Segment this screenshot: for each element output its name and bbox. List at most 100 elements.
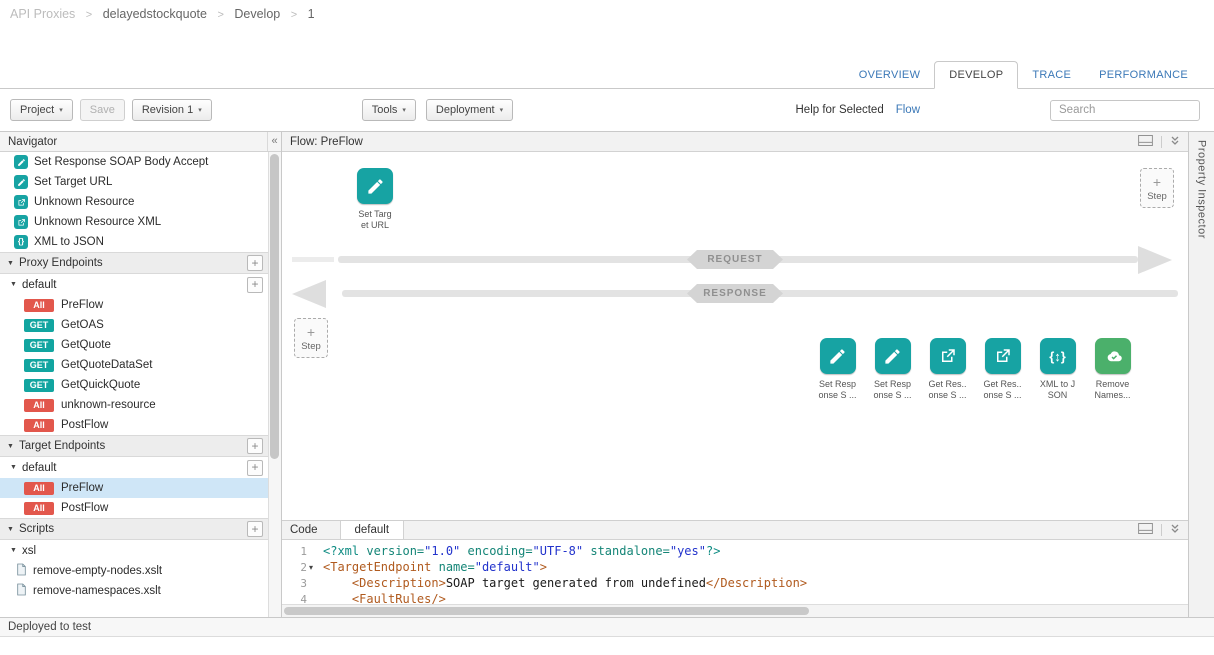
code-editor[interactable]: 1 <?xml version="1.0" encoding="UTF-8" s…: [282, 540, 1188, 617]
breadcrumb-api-proxies[interactable]: API Proxies: [10, 7, 75, 21]
section-target-endpoints[interactable]: ▼ Target Endpoints +: [0, 435, 268, 457]
flow-canvas[interactable]: Set Targ et URL + Step REQUEST RESPONSE …: [282, 152, 1188, 520]
proxy-flow-postflow[interactable]: All PostFlow: [0, 415, 268, 435]
line-number: 2: [300, 561, 307, 574]
tab-trace[interactable]: TRACE: [1018, 62, 1085, 88]
fold-marker-icon[interactable]: ▾: [307, 563, 318, 572]
proxy-flow-getquote[interactable]: GET GetQuote: [0, 335, 268, 355]
flow-step-remove-namespaces[interactable]: RemoveNames...: [1085, 338, 1140, 400]
pencil-icon: [820, 338, 856, 374]
flow-step-get-response-2[interactable]: Get Res..onse S ...: [975, 338, 1030, 400]
tab-performance[interactable]: PERFORMANCE: [1085, 62, 1202, 88]
section-proxy-endpoints[interactable]: ▼ Proxy Endpoints +: [0, 252, 268, 274]
navigator-list: Set Response SOAP Body Accept Set Target…: [0, 152, 268, 617]
panel-layout-icon[interactable]: [1138, 135, 1153, 149]
script-file-remove-empty-nodes[interactable]: remove-empty-nodes.xslt: [0, 561, 268, 581]
callout-icon: [930, 338, 966, 374]
file-icon: [16, 563, 27, 579]
response-arrow-icon: [292, 280, 326, 308]
proxy-flow-getoas[interactable]: GET GetOAS: [0, 315, 268, 335]
add-target-endpoint-button[interactable]: +: [247, 438, 263, 454]
breadcrumb-develop[interactable]: Develop: [234, 7, 280, 21]
navigator-scrollbar[interactable]: [268, 152, 281, 617]
proxy-flow-unknown-resource[interactable]: All unknown-resource: [0, 395, 268, 415]
deployment-status-text: Deployed to test: [8, 621, 91, 633]
navigator-title: Navigator: [0, 136, 267, 148]
flow-step-xml-to-json[interactable]: {↕} XML to JSON: [1030, 338, 1085, 400]
pencil-icon: [357, 168, 393, 204]
divider: [1161, 524, 1162, 536]
code-line[interactable]: 2 ▾ <TargetEndpoint name="default">: [282, 559, 1188, 575]
script-file-remove-namespaces[interactable]: remove-namespaces.xslt: [0, 581, 268, 601]
breadcrumb-proxy-name[interactable]: delayedstockquote: [103, 7, 207, 21]
scrollbar-thumb[interactable]: [284, 607, 809, 615]
help-flow-link[interactable]: Flow: [896, 104, 920, 116]
toolbar: Project ▾ Save Revision 1 ▾ Tools ▾ Depl…: [0, 89, 1214, 132]
policy-item-set-response-soap-body-accept[interactable]: Set Response SOAP Body Accept: [0, 152, 268, 172]
add-step-button-response[interactable]: + Step: [294, 318, 328, 358]
flow-step-get-response-1[interactable]: Get Res..onse S ...: [920, 338, 975, 400]
deployment-menu-button[interactable]: Deployment ▾: [426, 99, 513, 121]
proxy-endpoint-default[interactable]: ▼ default +: [0, 274, 268, 295]
navigator-panel: Navigator « Set Response SOAP Body Accep…: [0, 132, 282, 617]
method-badge: All: [24, 299, 54, 312]
collapse-navigator-icon[interactable]: «: [267, 132, 281, 151]
response-steps-row: Set Response S ... Set Response S ... Ge…: [810, 338, 1140, 400]
add-step-button-request[interactable]: + Step: [1140, 168, 1174, 208]
flow-step-set-response-1[interactable]: Set Response S ...: [810, 338, 865, 400]
policy-item-set-target-url[interactable]: Set Target URL: [0, 172, 268, 192]
disclosure-triangle-icon: ▼: [7, 260, 14, 267]
app-window: API Proxies > delayedstockquote > Develo…: [0, 0, 1214, 655]
target-flow-preflow-selected[interactable]: All PreFlow: [0, 478, 268, 498]
breadcrumb: API Proxies > delayedstockquote > Develo…: [0, 0, 1214, 26]
method-badge: GET: [24, 339, 54, 352]
scripts-group-xsl[interactable]: ▼ xsl: [0, 540, 268, 561]
proxy-flow-getquickquote[interactable]: GET GetQuickQuote: [0, 375, 268, 395]
policy-item-unknown-resource-xml[interactable]: Unknown Resource XML: [0, 212, 268, 232]
flow-step-set-response-2[interactable]: Set Response S ...: [865, 338, 920, 400]
scrollbar-thumb[interactable]: [270, 154, 279, 459]
add-proxy-flow-button[interactable]: +: [247, 277, 263, 293]
collapse-panel-chevron-icon[interactable]: [1170, 136, 1180, 148]
breadcrumb-revision[interactable]: 1: [308, 7, 315, 21]
callout-icon: [14, 215, 28, 229]
caret-down-icon: ▾: [500, 106, 504, 114]
target-endpoint-default[interactable]: ▼ default +: [0, 457, 268, 478]
tab-overview[interactable]: OVERVIEW: [845, 62, 935, 88]
request-arrow-icon: [1138, 246, 1172, 274]
save-button[interactable]: Save: [80, 99, 125, 121]
proxy-flow-getquotedataset[interactable]: GET GetQuoteDataSet: [0, 355, 268, 375]
request-label: REQUEST: [687, 250, 783, 269]
code-line[interactable]: 1 <?xml version="1.0" encoding="UTF-8" s…: [282, 543, 1188, 559]
line-number: 1: [300, 545, 307, 558]
code-tab-default[interactable]: default: [340, 521, 405, 539]
callout-icon: [14, 195, 28, 209]
add-script-button[interactable]: +: [247, 521, 263, 537]
toolbar-middle-group: Tools ▾ Deployment ▾: [362, 99, 513, 121]
code-line[interactable]: 3 <Description>SOAP target generated fro…: [282, 575, 1188, 591]
method-badge: GET: [24, 359, 54, 372]
section-scripts[interactable]: ▼ Scripts +: [0, 518, 268, 540]
add-proxy-endpoint-button[interactable]: +: [247, 255, 263, 271]
policy-item-unknown-resource[interactable]: Unknown Resource: [0, 192, 268, 212]
revision-menu-button[interactable]: Revision 1 ▾: [132, 99, 212, 121]
code-horizontal-scrollbar[interactable]: [282, 604, 1188, 617]
property-inspector-strip[interactable]: Property Inspector: [1188, 132, 1214, 617]
add-target-flow-button[interactable]: +: [247, 460, 263, 476]
caret-down-icon: ▾: [59, 106, 63, 114]
target-flow-postflow[interactable]: All PostFlow: [0, 498, 268, 518]
project-menu-button[interactable]: Project ▾: [10, 99, 73, 121]
navigator-header: Navigator «: [0, 132, 281, 152]
pencil-icon: [875, 338, 911, 374]
panel-layout-icon[interactable]: [1138, 523, 1153, 537]
collapse-panel-chevron-icon[interactable]: [1170, 524, 1180, 536]
tab-develop[interactable]: DEVELOP: [934, 61, 1018, 89]
search-input[interactable]: [1050, 100, 1200, 121]
flow-step-set-target-url[interactable]: Set Targ et URL: [347, 168, 403, 230]
main-area: Navigator « Set Response SOAP Body Accep…: [0, 132, 1214, 617]
method-badge: All: [24, 399, 54, 412]
tools-menu-button[interactable]: Tools ▾: [362, 99, 416, 121]
method-badge: All: [24, 419, 54, 432]
policy-item-xml-to-json[interactable]: {} XML to JSON: [0, 232, 268, 252]
proxy-flow-preflow[interactable]: All PreFlow: [0, 295, 268, 315]
